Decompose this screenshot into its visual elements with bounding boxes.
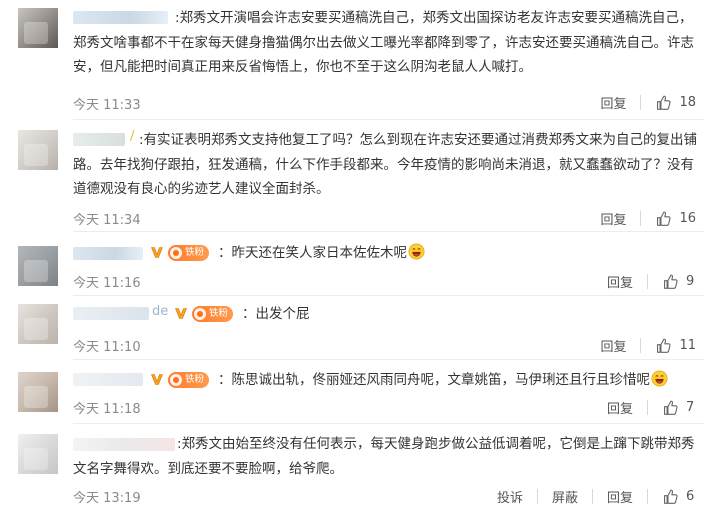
thumb-up-icon <box>657 338 672 353</box>
fans-badge-icon <box>194 308 206 320</box>
comment-actions: 回复 11 <box>600 335 696 355</box>
comment-time: 今天 11:33 <box>73 98 141 113</box>
comment-text: :郑秀文由始至终没有任何表示，每天健身跑步做公益低调着呢，它倒是上蹿下跳带郑秀文… <box>73 436 695 477</box>
comment-text: ：昨天还在笑人家日本佐佐木呢 <box>218 241 704 266</box>
reply-button[interactable]: 回复 <box>600 336 626 355</box>
like-button[interactable]: 16 <box>655 210 696 227</box>
like-button[interactable]: 6 <box>662 488 696 505</box>
divider <box>647 399 648 415</box>
comment-actions: 回复 18 <box>600 92 696 112</box>
thumb-up-icon <box>663 489 678 504</box>
reply-button[interactable]: 回复 <box>600 209 626 228</box>
block-button[interactable]: 屏蔽 <box>552 487 578 506</box>
like-count: 9 <box>686 273 695 289</box>
avatar[interactable] <box>18 372 58 412</box>
comment-body: 昨天还在笑人家日本佐佐木呢 <box>231 245 408 261</box>
comment-actions: 回复 7 <box>607 397 696 417</box>
like-count: 11 <box>679 337 696 353</box>
comment-text: ：陈思诚出轨，佟丽娅还风雨同舟呢，文章姚笛，马伊琍还且行且珍惜呢 <box>218 368 704 393</box>
comment-2: / :有实证表明郑秀文支持他复工了吗？怎么到现在许志安还要通过消费郑秀文来为自己… <box>0 120 720 232</box>
avatar[interactable] <box>18 130 58 170</box>
reply-button[interactable]: 回复 <box>607 398 633 417</box>
comment-time: 今天 13:19 <box>73 491 141 506</box>
like-count: 16 <box>679 210 696 226</box>
comment-1: :郑秀文开演唱会许志安要买通稿洗自己，郑秀文出国探访老友许志安要买通稿洗自己，郑… <box>0 0 720 120</box>
like-count: 6 <box>686 488 695 504</box>
avatar[interactable] <box>18 304 58 344</box>
comment-time: 今天 11:10 <box>73 340 141 355</box>
comment-text: :有实证表明郑秀文支持他复工了吗？怎么到现在许志安还要通过消费郑秀文来为自己的复… <box>73 132 698 197</box>
like-button[interactable]: 18 <box>655 94 696 111</box>
like-button[interactable]: 9 <box>662 273 696 290</box>
comment-text: :郑秀文开演唱会许志安要买通稿洗自己，郑秀文出国探访老友许志安要买通稿洗自己，郑… <box>73 10 694 75</box>
reply-button[interactable]: 回复 <box>600 93 626 112</box>
comment-time: 今天 11:18 <box>73 402 141 417</box>
divider <box>640 210 642 226</box>
comment-3: 铁粉 ：昨天还在笑人家日本佐佐木呢 今天 11:16 回复 9 <box>0 232 720 296</box>
divider <box>647 488 648 504</box>
comment-4: de 铁粉 ：出发个屁 今天 11:10 回复 11 <box>0 296 720 360</box>
reply-button[interactable]: 回复 <box>607 272 633 291</box>
avatar[interactable] <box>18 8 58 48</box>
username-blurred[interactable] <box>73 247 143 260</box>
fans-badge[interactable]: 铁粉 <box>168 372 210 388</box>
like-button[interactable]: 11 <box>655 337 696 354</box>
thumb-up-icon <box>657 211 672 226</box>
fans-badge-label: 铁粉 <box>209 308 229 319</box>
comment-text: ：出发个屁 <box>242 306 310 322</box>
like-button[interactable]: 7 <box>662 399 696 416</box>
v-verified-icon[interactable] <box>150 373 164 386</box>
thumb-up-icon <box>663 274 678 289</box>
comment-time: 今天 11:16 <box>73 276 141 291</box>
divider <box>640 94 642 110</box>
comment-actions: 投诉 屏蔽 回复 6 <box>497 486 696 506</box>
reply-button[interactable]: 回复 <box>607 487 633 506</box>
laugh-emoji-icon <box>408 243 425 260</box>
username-blurred[interactable] <box>73 307 149 320</box>
username-blurred[interactable] <box>73 373 143 386</box>
comment-actions: 回复 9 <box>607 271 696 291</box>
fans-badge-icon <box>170 374 182 386</box>
thumb-up-icon <box>663 400 678 415</box>
comment-5: 铁粉 ：陈思诚出轨，佟丽娅还风雨同舟呢，文章姚笛，马伊琍还且行且珍惜呢 今天 1… <box>0 360 720 424</box>
comment-actions: 回复 16 <box>600 208 696 228</box>
divider <box>536 488 538 504</box>
fans-badge[interactable]: 铁粉 <box>168 245 210 261</box>
divider <box>591 488 593 504</box>
fans-badge-icon <box>170 247 182 259</box>
avatar[interactable] <box>18 434 58 474</box>
divider <box>647 273 648 289</box>
comment-body: 陈思诚出轨，佟丽娅还风雨同舟呢，文章姚笛，马伊琍还且行且珍惜呢 <box>231 372 651 388</box>
v-verified-icon[interactable] <box>174 307 188 320</box>
like-count: 7 <box>686 399 695 415</box>
like-count: 18 <box>679 94 696 110</box>
v-verified-icon[interactable] <box>150 246 164 259</box>
fans-badge-label: 铁粉 <box>185 247 205 258</box>
comment-body: 郑秀文开演唱会许志安要买通稿洗自己，郑秀文出国探访老友许志安要买通稿洗自己，郑秀… <box>73 10 694 75</box>
avatar[interactable] <box>18 246 58 286</box>
fans-badge-label: 铁粉 <box>185 374 205 385</box>
comment-time: 今天 11:34 <box>73 213 141 228</box>
username-suffix[interactable]: de <box>152 304 168 319</box>
comment-6: :郑秀文由始至终没有任何表示，每天健身跑步做公益低调着呢，它倒是上蹿下跳带郑秀文… <box>0 424 720 511</box>
comment-body: 有实证表明郑秀文支持他复工了吗？怎么到现在许志安还要通过消费郑秀文来为自己的复出… <box>73 132 698 197</box>
laugh-emoji-icon <box>651 370 668 387</box>
divider <box>640 337 642 353</box>
fans-badge[interactable]: 铁粉 <box>192 306 234 322</box>
report-button[interactable]: 投诉 <box>497 487 523 506</box>
comment-body: 出发个屁 <box>255 306 310 322</box>
thumb-up-icon <box>657 95 672 110</box>
comment-body: 郑秀文由始至终没有任何表示，每天健身跑步做公益低调着呢，它倒是上蹿下跳带郑秀文名… <box>73 436 695 477</box>
